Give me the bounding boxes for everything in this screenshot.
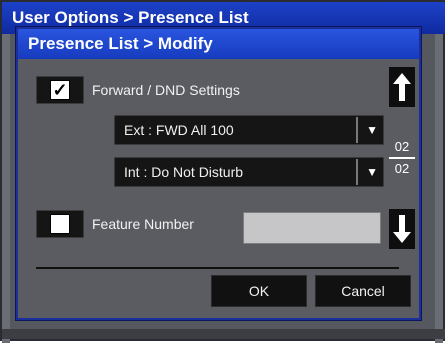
scroll-down-button[interactable] bbox=[389, 209, 415, 249]
int-dropdown-value: Int : Do Not Disturb bbox=[124, 164, 244, 180]
feature-number-checkbox[interactable] bbox=[36, 210, 84, 238]
background-window-bottom-edge bbox=[2, 329, 445, 339]
up-arrow-icon bbox=[393, 73, 411, 101]
feature-number-input[interactable] bbox=[243, 212, 381, 244]
page-total: 02 bbox=[394, 161, 410, 176]
scroll-up-button[interactable] bbox=[389, 67, 415, 107]
dialog-divider bbox=[36, 267, 399, 269]
forward-dnd-label: Forward / DND Settings bbox=[92, 82, 240, 98]
background-window-right-edge bbox=[435, 34, 443, 343]
checkbox-empty-icon bbox=[50, 214, 70, 234]
chevron-down-icon: ▼ bbox=[366, 123, 378, 137]
page-indicator: 02 02 bbox=[389, 139, 415, 177]
forward-dnd-checkbox[interactable]: ✓ bbox=[36, 76, 84, 104]
page-current: 02 bbox=[394, 139, 410, 154]
page-divider bbox=[389, 157, 415, 159]
cancel-button[interactable]: Cancel bbox=[315, 275, 411, 307]
ext-dropdown-value: Ext : FWD All 100 bbox=[124, 122, 234, 138]
feature-number-label: Feature Number bbox=[92, 216, 194, 232]
ext-dropdown[interactable]: Ext : FWD All 100 ▼ bbox=[114, 115, 384, 145]
down-arrow-icon bbox=[393, 215, 411, 243]
ok-button[interactable]: OK bbox=[211, 275, 307, 307]
forward-dnd-row: ✓ Forward / DND Settings bbox=[36, 75, 240, 105]
background-window-left-edge bbox=[2, 34, 10, 343]
chevron-down-icon: ▼ bbox=[366, 165, 378, 179]
presence-modify-dialog: Presence List > Modify ✓ Forward / DND S… bbox=[16, 27, 421, 320]
ext-dropdown-separator bbox=[356, 117, 358, 143]
int-dropdown[interactable]: Int : Do Not Disturb ▼ bbox=[114, 157, 384, 187]
feature-number-row: Feature Number bbox=[36, 209, 194, 239]
int-dropdown-separator bbox=[356, 159, 358, 185]
checkmark-icon: ✓ bbox=[50, 80, 70, 100]
dialog-title: Presence List > Modify bbox=[18, 29, 419, 59]
